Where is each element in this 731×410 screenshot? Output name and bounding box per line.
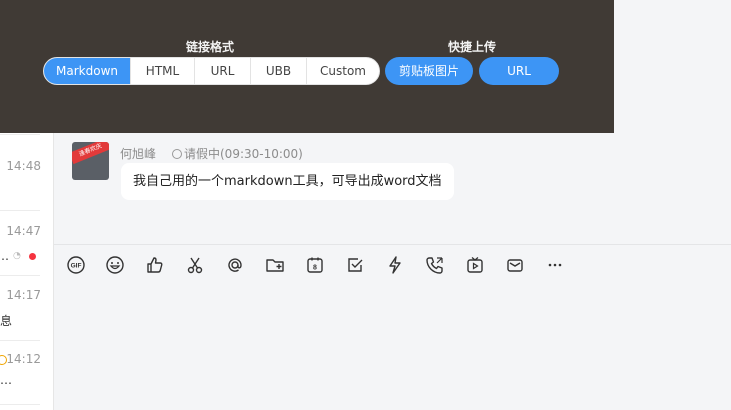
thumbs-up-icon[interactable]	[145, 255, 165, 275]
format-option-markdown[interactable]: Markdown	[44, 58, 131, 84]
video-icon[interactable]	[465, 255, 485, 275]
phone-icon[interactable]	[425, 255, 445, 275]
folder-add-icon[interactable]	[265, 255, 285, 275]
conversation-time: 14:48	[6, 159, 41, 173]
scissors-icon[interactable]	[185, 255, 205, 275]
lightning-icon[interactable]	[385, 255, 405, 275]
quick-upload-title: 快捷上传	[447, 40, 496, 54]
unread-dot	[29, 253, 36, 260]
status-text: 请假中(09:30-10:00)	[184, 147, 303, 161]
clock-icon	[172, 149, 182, 159]
list-divider	[0, 404, 40, 405]
conversation-time: 14:47	[6, 224, 41, 238]
link-format-selector: Markdown HTML URL UBB Custom	[43, 57, 380, 85]
list-divider	[0, 210, 40, 211]
link-format-title: 链接格式	[185, 40, 234, 54]
sender-status: 请假中(09:30-10:00)	[172, 145, 303, 162]
conversation-preview: 息	[0, 314, 13, 328]
svg-text:GIF: GIF	[71, 263, 82, 270]
avatar-badge: 逢春欢庆	[72, 142, 109, 165]
calendar-icon[interactable]: 8	[305, 255, 325, 275]
conversation-preview: …	[0, 249, 9, 263]
conversation-time: 14:17	[6, 288, 41, 302]
format-option-custom[interactable]: Custom	[307, 58, 379, 84]
mute-icon: ◔	[13, 251, 21, 261]
emoji-icon[interactable]	[105, 255, 125, 275]
conversation-preview: …	[0, 373, 12, 387]
list-divider	[0, 275, 40, 276]
format-option-html[interactable]: HTML	[131, 58, 195, 84]
format-option-ubb[interactable]: UBB	[251, 58, 307, 84]
gif-icon[interactable]: GIF	[66, 255, 86, 275]
svg-text:8: 8	[313, 265, 317, 272]
clipboard-image-button[interactable]: 剪贴板图片	[385, 57, 473, 85]
mail-icon[interactable]	[505, 255, 525, 275]
avatar[interactable]: 逢春欢庆	[72, 142, 109, 180]
list-divider	[0, 340, 40, 341]
format-option-url[interactable]: URL	[195, 58, 251, 84]
checkbox-icon[interactable]	[345, 255, 365, 275]
toolbar-divider	[54, 244, 731, 245]
url-upload-button[interactable]: URL	[479, 57, 559, 85]
more-icon[interactable]	[545, 255, 565, 275]
message-bubble[interactable]: 我自己用的一个markdown工具，可导出成word文档	[121, 163, 454, 200]
conversation-time: 14:12	[6, 352, 41, 366]
sender-name[interactable]: 何旭峰	[120, 145, 156, 162]
upload-format-panel: 链接格式 Markdown HTML URL UBB Custom 快捷上传 剪…	[0, 0, 614, 133]
at-icon[interactable]	[225, 255, 245, 275]
list-divider	[0, 134, 40, 135]
